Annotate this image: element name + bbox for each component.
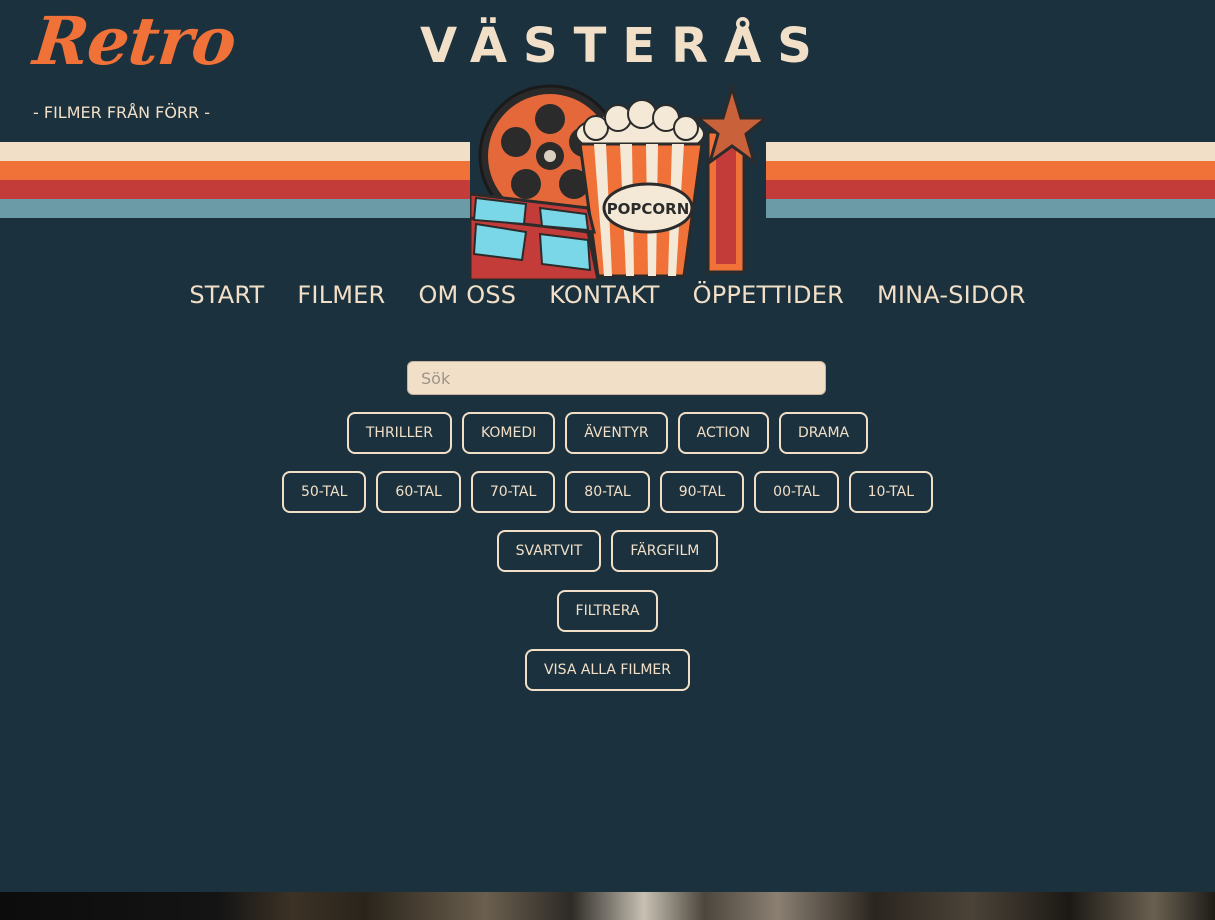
filter-aventyr-button[interactable]: ÄVENTYR <box>565 412 668 454</box>
cinema-emblem: POPCORN <box>470 84 766 280</box>
nav-start[interactable]: START <box>189 281 264 309</box>
filter-00-tal-button[interactable]: 00-TAL <box>754 471 839 513</box>
decade-filters: 50-TAL 60-TAL 70-TAL 80-TAL 90-TAL 00-TA… <box>0 471 1215 513</box>
nav-om-oss[interactable]: OM OSS <box>418 281 516 309</box>
tagline: - FILMER FRÅN FÖRR - <box>33 103 211 122</box>
filter-svartvit-button[interactable]: SVARTVIT <box>496 530 602 572</box>
filter-50-tal-button[interactable]: 50-TAL <box>281 471 367 513</box>
filter-fargfilm-button[interactable]: FÄRGFILM <box>611 530 719 572</box>
filter-komedi-button[interactable]: KOMEDI <box>461 412 556 454</box>
main-nav: START FILMER OM OSS KONTAKT ÖPPETTIDER M… <box>0 281 1215 309</box>
search-input[interactable] <box>407 361 826 395</box>
filtrera-button[interactable]: FILTRERA <box>556 590 659 632</box>
filter-90-tal-button[interactable]: 90-TAL <box>659 471 745 513</box>
hero-image <box>0 892 1215 920</box>
nav-mina-sidor[interactable]: MINA-SIDOR <box>877 281 1026 309</box>
popcorn-bucket-icon: POPCORN <box>575 99 705 278</box>
show-all-row: VISA ALLA FILMER <box>0 649 1215 691</box>
3d-glasses-icon <box>470 192 600 280</box>
filter-action-button[interactable]: ACTION <box>677 412 769 454</box>
format-filters: SVARTVIT FÄRGFILM <box>0 530 1215 572</box>
site-title: VÄSTERÅS <box>420 18 828 74</box>
nav-filmer[interactable]: FILMER <box>297 281 385 309</box>
filter-80-tal-button[interactable]: 80-TAL <box>565 471 650 513</box>
filter-10-tal-button[interactable]: 10-TAL <box>848 471 934 513</box>
genre-filters: THRILLER KOMEDI ÄVENTYR ACTION DRAMA <box>0 412 1215 454</box>
filter-action-row: FILTRERA <box>0 590 1215 632</box>
nav-oppettider[interactable]: ÖPPETTIDER <box>693 281 844 309</box>
popcorn-label: POPCORN <box>607 200 690 218</box>
nav-kontakt[interactable]: KONTAKT <box>549 281 659 309</box>
filter-drama-button[interactable]: DRAMA <box>778 412 869 454</box>
filter-thriller-button[interactable]: THRILLER <box>346 412 452 454</box>
page: Retro - FILMER FRÅN FÖRR - VÄSTERÅS POPC… <box>0 0 1215 920</box>
visa-alla-filmer-button[interactable]: VISA ALLA FILMER <box>524 649 691 691</box>
filter-70-tal-button[interactable]: 70-TAL <box>470 471 556 513</box>
filter-60-tal-button[interactable]: 60-TAL <box>376 471 461 513</box>
logo[interactable]: Retro <box>30 2 239 80</box>
